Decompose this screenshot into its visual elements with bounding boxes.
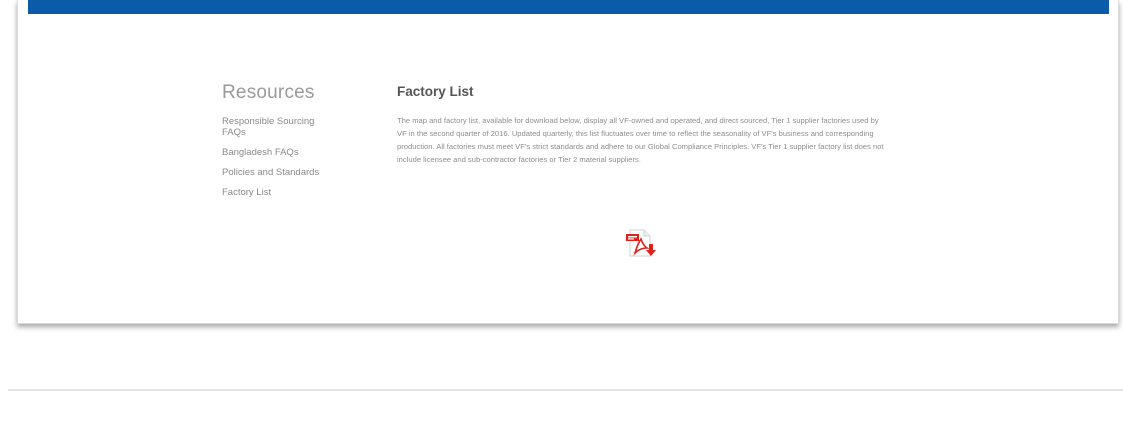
sidebar-nav: Responsible Sourcing FAQs Bangladesh FAQ… [222, 116, 362, 198]
description-text: The map and factory list, available for … [397, 116, 884, 164]
main-content: Factory List The map and factory list, a… [397, 84, 887, 166]
header-bar [28, 0, 1109, 14]
sidebar-item-factory-list[interactable]: Factory List [222, 187, 340, 198]
page-divider [8, 389, 1123, 391]
sidebar-item-policies-and-standards[interactable]: Policies and Standards [222, 167, 340, 178]
sidebar-item-responsible-sourcing-faqs[interactable]: Responsible Sourcing FAQs [222, 116, 340, 138]
resources-sidebar: Resources Responsible Sourcing FAQs Bang… [222, 82, 362, 207]
pdf-download-link[interactable] [620, 226, 660, 260]
pdf-download-icon [626, 229, 656, 257]
sidebar-title: Resources [222, 82, 315, 103]
sidebar-item-bangladesh-faqs[interactable]: Bangladesh FAQs [222, 147, 340, 158]
page-title: Factory List [397, 84, 474, 99]
